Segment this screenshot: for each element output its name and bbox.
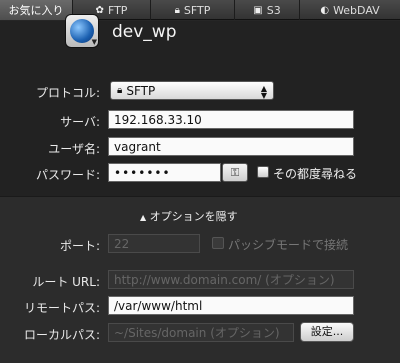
local-path-label: ローカルパス: bbox=[23, 328, 100, 342]
select-arrows-icon: ▲ ▼ bbox=[260, 84, 267, 100]
ask-each-time-label: その都度尋ねる bbox=[273, 167, 358, 181]
tab-favorites-label: お気に入り bbox=[8, 4, 64, 17]
webdav-icon: ◐ bbox=[320, 4, 330, 16]
port-field[interactable]: 22 bbox=[108, 234, 200, 253]
tab-sftp-label: SFTP bbox=[183, 3, 211, 17]
chevron-down-icon: ▼ bbox=[91, 38, 97, 46]
tab-webdav-label: WebDAV bbox=[333, 3, 380, 17]
password-label: パスワード: bbox=[35, 168, 100, 182]
protocol-tab-bar: お気に入り ✿ FTP 🔒︎ SFTP ▣ S3 ◐ WebDAV bbox=[0, 0, 400, 20]
password-field[interactable]: ••••••• bbox=[108, 163, 221, 182]
protocol-select[interactable]: 🔒︎ SFTP ▲ ▼ bbox=[110, 81, 274, 100]
hide-options-label: オプションを隠す bbox=[149, 210, 238, 223]
root-url-field[interactable]: http://www.domain.com/ (オプション) bbox=[108, 270, 354, 289]
remote-path-label: リモートパス: bbox=[23, 301, 100, 315]
globe-icon bbox=[70, 19, 94, 43]
lock-icon: 🔒︎ bbox=[174, 4, 180, 16]
tab-favorites[interactable]: お気に入り bbox=[0, 0, 73, 20]
site-icon-button[interactable]: ▼ bbox=[65, 14, 99, 48]
ask-each-time-checkbox[interactable] bbox=[257, 166, 269, 178]
local-path-field[interactable]: ~/Sites/domain (オプション) bbox=[108, 323, 294, 342]
passive-mode-checkbox[interactable] bbox=[212, 237, 224, 249]
site-name[interactable]: dev_wp bbox=[112, 22, 177, 42]
port-label: ポート: bbox=[59, 239, 100, 253]
lock-icon: 🔒︎ bbox=[117, 84, 123, 96]
hide-options-toggle[interactable]: ▲ オプションを隠す bbox=[140, 208, 238, 224]
tab-ftp-label: FTP bbox=[107, 3, 128, 17]
username-field[interactable]: vagrant bbox=[108, 137, 354, 156]
tab-sftp[interactable]: 🔒︎ SFTP bbox=[151, 0, 235, 20]
protocol-label: プロトコル: bbox=[35, 86, 100, 100]
settings-button[interactable]: 設定... bbox=[300, 322, 354, 342]
protocol-value: SFTP bbox=[126, 83, 156, 98]
username-label: ユーザ名: bbox=[48, 142, 100, 156]
triangle-up-icon: ▲ bbox=[140, 213, 147, 222]
ftp-icon: ✿ bbox=[95, 4, 104, 16]
s3-icon: ▣ bbox=[253, 4, 263, 16]
tab-s3-label: S3 bbox=[266, 3, 281, 17]
server-field[interactable]: 192.168.33.10 bbox=[108, 110, 354, 129]
root-url-label: ルート URL: bbox=[32, 275, 100, 289]
tab-webdav[interactable]: ◐ WebDAV bbox=[300, 0, 400, 20]
keychain-button[interactable]: ⚿ bbox=[222, 163, 248, 182]
remote-path-field[interactable]: /var/www/html bbox=[108, 296, 354, 315]
passive-mode-label: パッシブモードで接続 bbox=[228, 238, 349, 252]
tab-s3[interactable]: ▣ S3 bbox=[235, 0, 300, 20]
server-label: サーバ: bbox=[60, 115, 100, 129]
key-icon: ⚿ bbox=[230, 166, 240, 179]
